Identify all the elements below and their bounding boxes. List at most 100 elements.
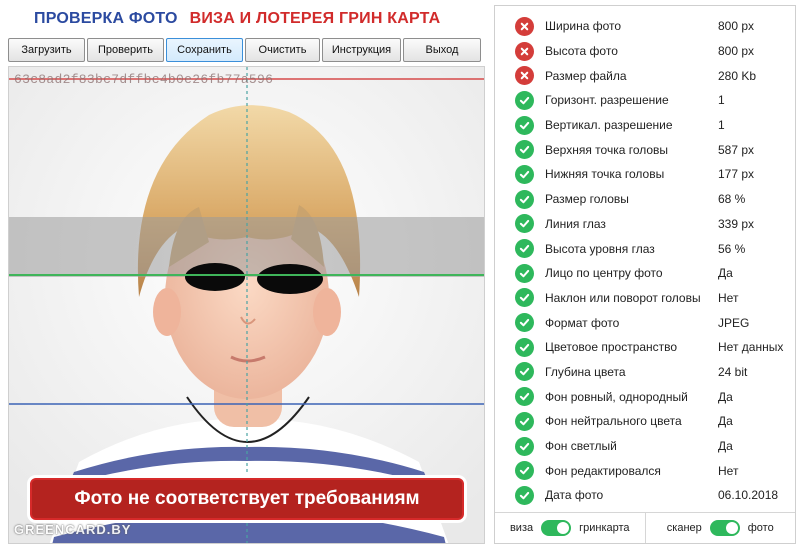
check-row: Фон нейтрального цвета Да (495, 409, 795, 434)
check-row: Глубина цвета 24 bit (495, 360, 795, 385)
check-value: Нет (718, 463, 739, 478)
check-pass-icon (515, 461, 534, 481)
check-value: Да (718, 439, 733, 454)
check-value: 587 px (718, 142, 755, 157)
check-row: Формат фото JPEG (495, 310, 795, 335)
check-label: Глубина цвета (545, 364, 626, 379)
check-row: Вертикал. разрешение 1 (495, 113, 795, 138)
check-pass-icon (515, 164, 534, 184)
check-row: Верхняя точка головы 587 px (495, 137, 795, 162)
check-value: 1 (718, 118, 725, 133)
check-label: Наклон или поворот головы (545, 290, 701, 305)
scanner-photo-toggle-group: сканер фото (644, 513, 796, 543)
check-label: Горизонт. разрешение (545, 93, 669, 108)
check-pass-icon (515, 485, 534, 505)
check-pass-icon (515, 387, 534, 407)
check-label: Фон светлый (545, 439, 617, 454)
toggle-label-scanner: сканер (666, 522, 702, 534)
check-pass-icon (515, 115, 534, 135)
check-pass-icon (515, 411, 534, 431)
check-fail-icon (515, 41, 534, 61)
check-value: Нет (718, 290, 739, 305)
toggle-label-greencard: гринкарта (579, 522, 630, 534)
app-title: ПРОВЕРКА ФОТО ВИЗА И ЛОТЕРЕЯ ГРИН КАРТА (34, 10, 440, 28)
exit-button[interactable]: Выход (403, 38, 481, 62)
visa-greencard-switch[interactable] (541, 520, 572, 536)
check-label: Цветовое пространство (545, 340, 678, 355)
check-row: Фон редактировался Нет (495, 458, 795, 483)
check-value: Да (718, 389, 733, 404)
watermark-logo: GREENCARD.BY (14, 522, 132, 537)
check-button[interactable]: Проверить (87, 38, 164, 62)
toolbar: Загрузить Проверить Сохранить Очистить И… (8, 38, 485, 62)
check-label: Вертикал. разрешение (545, 118, 673, 133)
check-label: Фон нейтрального цвета (545, 414, 682, 429)
check-label: Дата фото (545, 488, 604, 503)
scanner-photo-switch[interactable] (709, 520, 740, 536)
check-label: Размер файла (545, 68, 627, 83)
check-pass-icon (515, 214, 534, 234)
check-pass-icon (515, 313, 534, 333)
child-portrait-image (9, 67, 484, 543)
check-value: 280 Kb (718, 68, 757, 83)
check-value: 339 px (718, 216, 755, 231)
check-pass-icon (515, 337, 534, 357)
check-value: JPEG (718, 315, 750, 330)
check-label: Нижняя точка головы (545, 167, 665, 182)
load-button[interactable]: Загрузить (8, 38, 85, 62)
check-label: Высота уровня глаз (545, 241, 655, 256)
switch-knob (557, 522, 570, 534)
check-row: Нижняя точка головы 177 px (495, 162, 795, 187)
check-label: Фон редактировался (545, 463, 661, 478)
visa-greencard-toggle-group: виза гринкарта (495, 513, 645, 543)
check-value: Да (718, 414, 733, 429)
check-value: 68 % (718, 192, 746, 207)
check-pass-icon (515, 362, 534, 382)
check-label: Размер головы (545, 192, 629, 207)
instructions-button[interactable]: Инструкция (322, 38, 401, 62)
check-value: Да (718, 266, 733, 281)
check-row: Фон ровный, однородный Да (495, 384, 795, 409)
check-value: 800 px (718, 19, 755, 34)
check-label: Ширина фото (545, 19, 622, 34)
check-fail-icon (515, 16, 534, 36)
verdict-banner: Фото не соответствует требованиям (30, 478, 464, 520)
check-pass-icon (515, 239, 534, 259)
check-row: Горизонт. разрешение 1 (495, 88, 795, 113)
check-row: Фон светлый Да (495, 434, 795, 459)
check-value: 800 px (718, 44, 755, 59)
check-row: Линия глаз 339 px (495, 212, 795, 237)
check-pass-icon (515, 189, 534, 209)
check-pass-icon (515, 140, 534, 160)
check-pass-icon (515, 288, 534, 308)
mode-toggles: виза гринкарта сканер фото (495, 512, 795, 543)
check-row: Высота уровня глаз 56 % (495, 236, 795, 261)
check-label: Фон ровный, однородный (545, 389, 688, 404)
check-value: 1 (718, 93, 725, 108)
check-row: Наклон или поворот головы Нет (495, 286, 795, 311)
check-pass-icon (515, 263, 534, 283)
check-row: Дата фото 06.10.2018 (495, 483, 795, 508)
check-row: Ширина фото 800 px (495, 14, 795, 39)
check-row: Лицо по центру фото Да (495, 261, 795, 286)
save-button[interactable]: Сохранить (166, 38, 243, 62)
check-list: Ширина фото 800 px Высота фото 800 px Размер… (495, 14, 795, 508)
check-value: 177 px (718, 167, 755, 182)
check-label: Лицо по центру фото (545, 266, 663, 281)
check-value: 24 bit (718, 364, 748, 379)
check-label: Высота фото (545, 44, 618, 59)
toggle-label-visa: виза (509, 522, 534, 534)
check-value: Нет данных (718, 340, 784, 355)
check-pass-icon (515, 90, 534, 110)
check-value: 56 % (718, 241, 746, 256)
check-value: 06.10.2018 (718, 488, 779, 503)
check-fail-icon (515, 66, 534, 86)
check-pass-icon (515, 436, 534, 456)
check-label: Линия глаз (545, 216, 606, 231)
title-photo-check: ПРОВЕРКА ФОТО (34, 10, 178, 27)
toggle-label-photo: фото (747, 522, 774, 534)
check-row: Высота фото 800 px (495, 39, 795, 64)
clear-button[interactable]: Очистить (245, 38, 320, 62)
title-visa-greencard: ВИЗА И ЛОТЕРЕЯ ГРИН КАРТА (189, 10, 441, 27)
check-row: Цветовое пространство Нет данных (495, 335, 795, 360)
